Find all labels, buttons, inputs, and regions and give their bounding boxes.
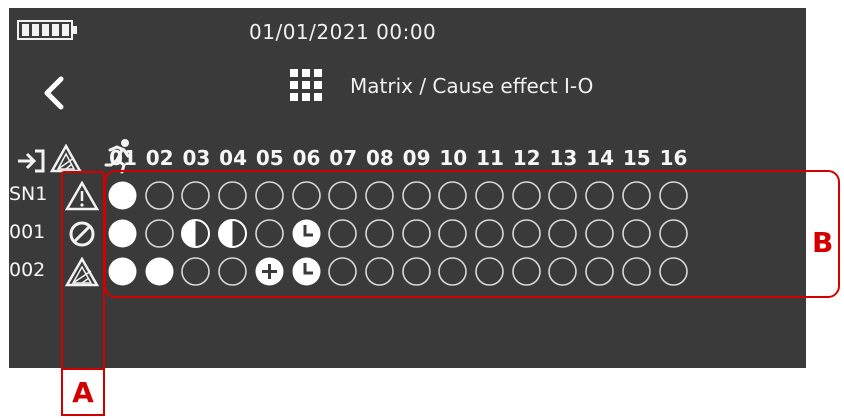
battery-full-icon (17, 19, 79, 41)
column-label-08: 08 (365, 146, 394, 170)
callout-a-label: A (61, 368, 105, 416)
column-label-01: 01 (109, 146, 137, 170)
column-label-04: 04 (219, 146, 248, 170)
row-label-sn1: SN1 (9, 183, 48, 205)
input-arrow-icon (16, 148, 46, 174)
callout-a-frame (61, 171, 105, 373)
grid-icon (289, 68, 323, 102)
column-label-14: 14 (586, 146, 615, 170)
column-label-15: 15 (622, 146, 651, 170)
column-label-12: 12 (512, 146, 541, 170)
callout-b-label: B (812, 226, 834, 259)
callout-b-frame (104, 170, 840, 298)
column-label-10: 10 (439, 146, 468, 170)
chevron-left-icon (44, 76, 64, 110)
column-label-05: 05 (255, 146, 284, 170)
column-label-06: 06 (292, 146, 321, 170)
column-label-16: 16 (659, 146, 688, 170)
row-label-001: 001 (9, 221, 46, 243)
column-label-02: 02 (145, 146, 174, 170)
column-label-03: 03 (182, 146, 211, 170)
datetime-display: 01/01/2021 00:00 (249, 20, 437, 44)
column-label-07: 07 (329, 146, 358, 170)
row-label-002: 002 (9, 259, 46, 281)
column-label-11: 11 (476, 146, 504, 170)
page-title: Matrix / Cause effect I-O (350, 74, 594, 98)
column-label-13: 13 (549, 146, 578, 170)
column-label-09: 09 (402, 146, 431, 170)
back-button[interactable] (39, 74, 69, 112)
zone-warning-icon (49, 143, 83, 174)
